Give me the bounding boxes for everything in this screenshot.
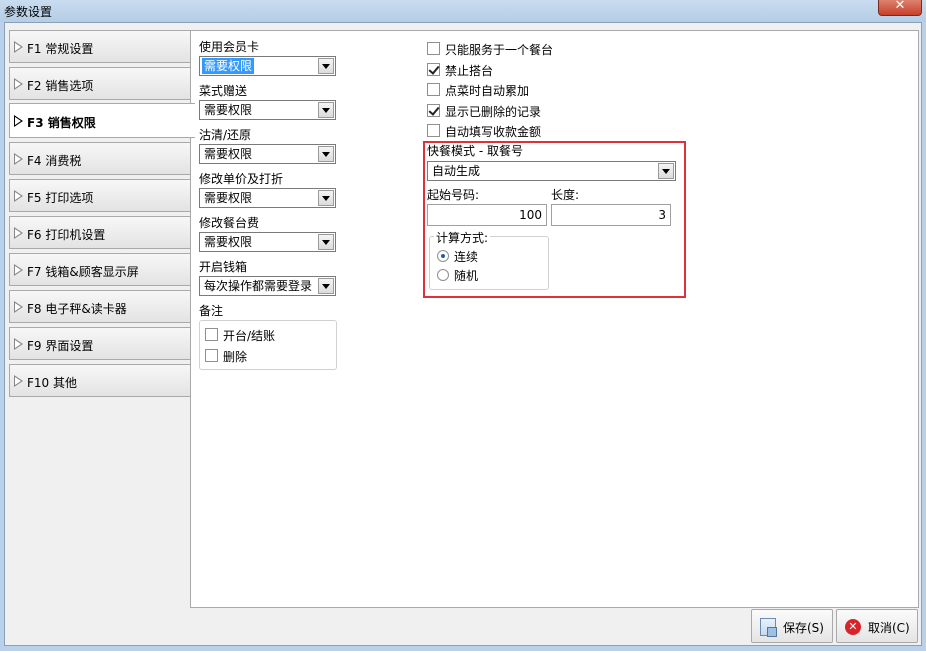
select-value: 需要权限 xyxy=(204,147,253,161)
nav-item-printer-settings[interactable]: F6 打印机设置 xyxy=(9,216,190,249)
nav-item-label: F8 电子秤&读卡器 xyxy=(27,302,127,316)
table-fee-select[interactable]: 需要权限 xyxy=(199,232,336,252)
cancel-button[interactable]: ✕ 取消(C) xyxy=(836,609,918,643)
cancel-icon: ✕ xyxy=(845,619,861,635)
arrow-icon xyxy=(14,115,23,127)
checkbox-box[interactable] xyxy=(427,42,440,55)
open-cashbox-select[interactable]: 每次操作都需要登录 xyxy=(199,276,336,296)
chevron-down-icon[interactable] xyxy=(318,234,334,250)
nav-item-interface[interactable]: F9 界面设置 xyxy=(9,327,190,360)
save-icon xyxy=(760,618,777,637)
nav-item-scale-cardreader[interactable]: F8 电子秤&读卡器 xyxy=(9,290,190,323)
arrow-icon xyxy=(14,190,23,202)
arrow-icon xyxy=(14,41,23,53)
nav-item-label: F10 其他 xyxy=(27,376,77,390)
select-value: 需要权限 xyxy=(202,58,255,74)
nav-item-label: F2 销售选项 xyxy=(27,79,94,93)
close-button[interactable]: ✕ xyxy=(878,0,922,16)
nav-item-cashbox-display[interactable]: F7 钱箱&顾客显示屏 xyxy=(9,253,190,286)
price-discount-select[interactable]: 需要权限 xyxy=(199,188,336,208)
checkbox-box[interactable] xyxy=(205,328,218,341)
cancel-button-label: 取消(C) xyxy=(868,621,910,635)
nav-item-label: F9 界面设置 xyxy=(27,339,94,353)
field-label: 开启钱箱 xyxy=(199,260,248,274)
soldout-restore-select[interactable]: 需要权限 xyxy=(199,144,336,164)
checkbox-box[interactable] xyxy=(205,349,218,362)
checkbox-label: 禁止搭台 xyxy=(445,64,494,78)
chevron-down-icon[interactable] xyxy=(318,146,334,162)
save-button[interactable]: 保存(S) xyxy=(751,609,833,643)
select-value: 每次操作都需要登录 xyxy=(204,279,313,293)
chevron-down-icon[interactable] xyxy=(318,102,334,118)
checkbox-box[interactable] xyxy=(427,104,440,117)
field-label: 沽清/还原 xyxy=(199,128,252,142)
nav-item-general[interactable]: F1 常规设置 xyxy=(9,30,190,63)
chevron-down-icon[interactable] xyxy=(318,190,334,206)
nav-item-label: F4 消费税 xyxy=(27,154,82,168)
checkbox-label: 只能服务于一个餐台 xyxy=(445,43,554,57)
checkbox-box[interactable] xyxy=(427,83,440,96)
select-value: 需要权限 xyxy=(204,191,253,205)
nav-item-label: F6 打印机设置 xyxy=(27,228,106,242)
nav-item-sales-permissions[interactable]: F3 销售权限 xyxy=(9,103,195,138)
dish-gift-select[interactable]: 需要权限 xyxy=(199,100,336,120)
checkbox-label: 开台/结账 xyxy=(223,329,276,343)
arrow-icon xyxy=(14,264,23,276)
chevron-down-icon[interactable] xyxy=(318,278,334,294)
arrow-icon xyxy=(14,301,23,313)
select-value: 需要权限 xyxy=(204,235,253,249)
member-card-select[interactable]: 需要权限 xyxy=(199,56,336,76)
arrow-icon xyxy=(14,153,23,165)
checkbox-box[interactable] xyxy=(427,124,440,137)
checkbox-box[interactable] xyxy=(427,63,440,76)
window-title: 参数设置 xyxy=(4,5,53,19)
nav-item-label: F3 销售权限 xyxy=(27,116,96,130)
arrow-icon xyxy=(14,338,23,350)
field-label: 菜式赠送 xyxy=(199,84,248,98)
checkbox-label: 自动填写收款金额 xyxy=(445,125,542,139)
arrow-icon xyxy=(14,78,23,90)
nav-item-print-options[interactable]: F5 打印选项 xyxy=(9,179,190,212)
arrow-icon xyxy=(14,227,23,239)
fast-food-title: 快餐模式 - 取餐号 xyxy=(427,144,523,158)
field-label: 修改餐台费 xyxy=(199,216,260,230)
nav-item-other[interactable]: F10 其他 xyxy=(9,364,190,397)
settings-window: F1 常规设置 F2 销售选项 F3 销售权限 F4 消费税 F5 打印选项 F… xyxy=(4,22,922,646)
highlight-frame xyxy=(423,141,686,298)
chevron-down-icon[interactable] xyxy=(318,58,334,74)
select-value: 需要权限 xyxy=(204,103,253,117)
checkbox-label: 点菜时自动累加 xyxy=(445,84,530,98)
content-panel: 使用会员卡 需要权限 菜式赠送 需要权限 沽清/还原 需要权限 修改单价及打折 … xyxy=(190,30,919,608)
remarks-label: 备注 xyxy=(199,304,224,318)
title-bar: 参数设置 ✕ xyxy=(0,0,926,22)
nav-item-sales-options[interactable]: F2 销售选项 xyxy=(9,67,190,100)
nav-item-label: F1 常规设置 xyxy=(27,42,94,56)
remarks-group: 开台/结账 删除 xyxy=(199,320,337,370)
nav-item-label: F7 钱箱&顾客显示屏 xyxy=(27,265,139,279)
checkbox-label: 删除 xyxy=(223,350,248,364)
checkbox-label: 显示已删除的记录 xyxy=(445,105,542,119)
save-button-label: 保存(S) xyxy=(783,621,824,635)
nav-item-consumption-tax[interactable]: F4 消费税 xyxy=(9,142,190,175)
arrow-icon xyxy=(14,375,23,387)
field-label: 使用会员卡 xyxy=(199,40,260,54)
close-icon: ✕ xyxy=(894,0,906,13)
field-label: 修改单价及打折 xyxy=(199,172,284,186)
nav-item-label: F5 打印选项 xyxy=(27,191,94,205)
